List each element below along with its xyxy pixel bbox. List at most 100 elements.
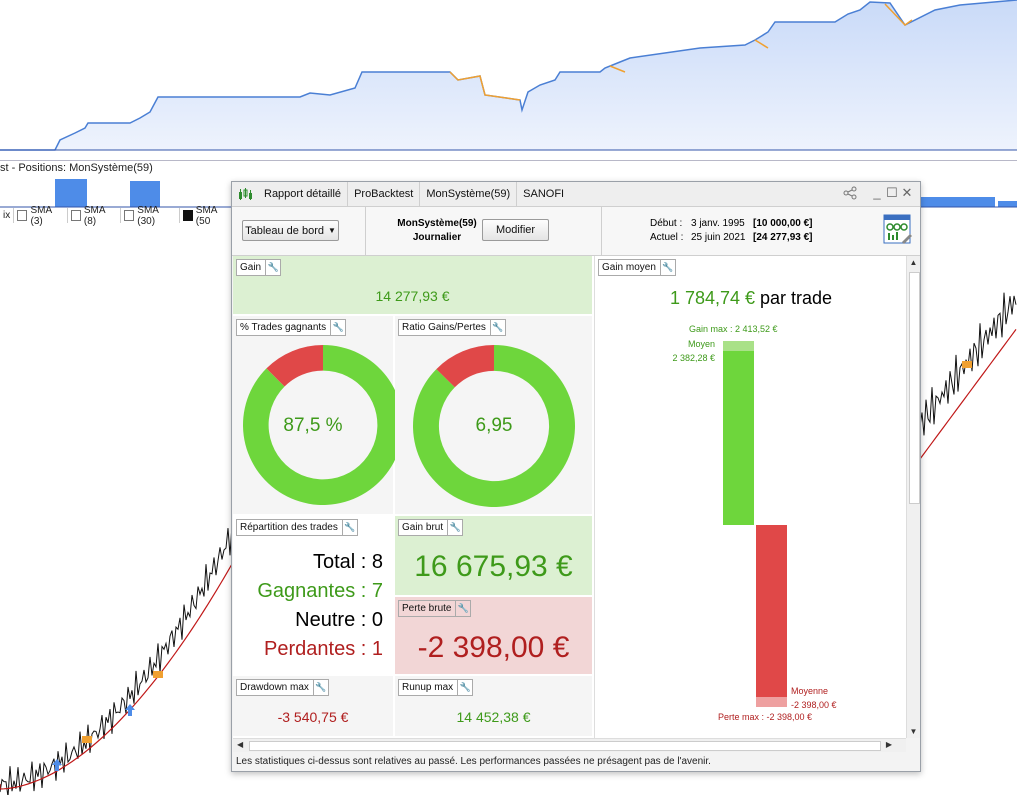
disclaimer-footer: Les statistiques ci-dessus sont relative… (232, 756, 920, 771)
dashboard-dropdown[interactable]: Tableau de bord ▼ (242, 220, 339, 241)
drawdown-value: -3 540,75 € (277, 709, 349, 725)
horizontal-scrollbar[interactable]: ◀ ▶ (233, 738, 906, 752)
indicator-toggle[interactable]: SMA (8) (68, 205, 122, 227)
indicator-toggle[interactable]: SMA (3) (14, 205, 68, 227)
maximize-icon[interactable]: ☐ (885, 186, 899, 200)
start-capital: [10 000,00 €] (753, 218, 813, 229)
losing-trades: Perdantes : 1 (264, 638, 383, 660)
wrench-icon[interactable]: 🔧 (447, 520, 462, 535)
report-window: Rapport détaillé ProBacktest MonSystème(… (231, 181, 921, 772)
modify-button[interactable]: Modifier (482, 219, 549, 241)
drawdown-label: Drawdown max 🔧 (236, 679, 329, 696)
ratio-label: Ratio Gains/Pertes 🔧 (398, 319, 506, 336)
tab-instrument[interactable]: SANOFI (517, 182, 570, 206)
gain-max-label: Gain max : 2 413,52 € (689, 324, 778, 334)
ratio-panel: Ratio Gains/Pertes 🔧 6,95 (395, 316, 592, 514)
pct-winning-panel: % Trades gagnants 🔧 87,5 % (233, 316, 403, 514)
loss-max-bar (756, 697, 787, 707)
winning-trades: Gagnantes : 7 (257, 580, 383, 602)
gross-gain-value: 16 675,93 € (414, 550, 573, 583)
exit-marker (153, 671, 163, 678)
tab-system[interactable]: MonSystème(59) (420, 182, 518, 206)
indicator-label: ix (3, 210, 11, 221)
scroll-thumb[interactable] (909, 272, 920, 504)
current-capital: [24 277,93 €] (753, 232, 813, 243)
runup-label: Runup max 🔧 (398, 679, 474, 696)
avg-gain-suffix: par trade (755, 288, 833, 308)
positions-label: st - Positions: MonSystème(59) (0, 162, 153, 174)
pct-winning-label: % Trades gagnants 🔧 (236, 319, 347, 336)
moving-average-right (919, 329, 1017, 460)
gross-gain-label: Gain brut 🔧 (398, 519, 464, 536)
avg-win-label: Moyen (687, 339, 715, 349)
close-icon[interactable]: ✕ (900, 186, 914, 200)
tab-probacktest[interactable]: ProBacktest (348, 182, 421, 206)
gain-label: Gain 🔧 (236, 259, 282, 276)
neutral-trades: Neutre : 0 (295, 609, 383, 631)
chevron-down-icon: ▼ (327, 226, 336, 235)
gross-loss-panel: Perte brute 🔧 -2 398,00 € (395, 597, 592, 674)
report-header: Tableau de bord ▼ MonSystème(59) Journal… (232, 207, 920, 256)
pct-winning-value: 87,5 % (283, 415, 343, 436)
start-label: Début : (650, 218, 683, 229)
wrench-icon[interactable]: 🔧 (455, 601, 470, 616)
avg-gain-headline: 1 784,74 € par trade (595, 288, 907, 309)
report-content: Gain 🔧 14 277,93 € % Trades gagnants 🔧 87,… (233, 256, 906, 738)
avg-win-bar (723, 351, 754, 525)
price-line-left (0, 524, 233, 795)
start-date: 3 janv. 1995 (691, 218, 745, 229)
total-trades: Total : 8 (312, 551, 383, 573)
indicator-bar: ix SMA (3) SMA (8) SMA (30) SMA (50 (0, 205, 235, 227)
current-date: 25 juin 2021 (691, 232, 746, 243)
indicator-toggle[interactable]: ix (0, 208, 15, 223)
avg-gain-label: Gain moyen 🔧 (598, 259, 676, 276)
gain-panel: Gain 🔧 14 277,93 € (233, 256, 592, 314)
runup-panel: Runup max 🔧 14 452,38 € (395, 676, 592, 736)
scroll-right-icon[interactable]: ▶ (886, 740, 892, 749)
share-icon[interactable] (843, 186, 857, 200)
checkbox-icon[interactable] (182, 210, 193, 221)
gross-loss-value: -2 398,00 € (417, 631, 570, 664)
dashboard-dropdown-label: Tableau de bord (245, 224, 324, 237)
exit-marker (82, 736, 92, 743)
gross-gain-panel: Gain brut 🔧 16 675,93 € (395, 516, 592, 595)
timeframe: Journalier (412, 232, 462, 243)
equity-area (0, 0, 1017, 150)
checkbox-icon[interactable] (70, 210, 81, 221)
window-titlebar: Rapport détaillé ProBacktest MonSystème(… (232, 182, 920, 207)
ratio-value: 6,95 (475, 415, 513, 436)
avg-loss-label: Moyenne (791, 686, 829, 696)
gain-max-bar (723, 341, 754, 351)
report-settings-icon[interactable] (883, 214, 913, 246)
indicator-toggle[interactable]: SMA (30) (121, 205, 180, 227)
checkbox-icon[interactable] (17, 210, 28, 221)
checkbox-icon[interactable] (124, 210, 135, 221)
avg-loss-bar (756, 525, 787, 697)
indicator-toggle[interactable]: SMA (50 (180, 205, 235, 227)
loss-max-label: Perte max : -2 398,00 € (718, 712, 813, 722)
scroll-thumb-horizontal[interactable] (249, 741, 881, 751)
avg-loss-value: -2 398,00 € (791, 700, 837, 710)
wrench-icon[interactable]: 🔧 (489, 320, 505, 335)
vertical-scrollbar[interactable]: ▲ ▼ (906, 256, 920, 738)
wrench-icon[interactable]: 🔧 (341, 520, 357, 535)
runup-value: 14 452,38 € (456, 709, 531, 725)
report-icon (232, 182, 258, 206)
wrench-icon[interactable]: 🔧 (312, 680, 328, 695)
wrench-icon[interactable]: 🔧 (265, 260, 280, 275)
drawdown-panel: Drawdown max 🔧 -3 540,75 € (233, 676, 393, 736)
minimize-icon[interactable]: _ (870, 186, 884, 200)
avg-gain-panel: Gain moyen 🔧 1 784,74 € par trade Gain ma… (594, 256, 906, 738)
system-name: MonSystème(59) (397, 218, 477, 229)
scroll-left-icon[interactable]: ◀ (237, 740, 243, 749)
repartition-label: Répartition des trades 🔧 (236, 519, 358, 536)
exit-marker (962, 361, 972, 368)
tab-rapport-detaille[interactable]: Rapport détaillé (258, 182, 349, 206)
wrench-icon[interactable]: 🔧 (330, 320, 345, 335)
avg-gain-amount: 1 784,74 € (669, 288, 756, 308)
wrench-icon[interactable]: 🔧 (457, 680, 472, 695)
scroll-up-icon[interactable]: ▲ (907, 258, 920, 267)
scroll-down-icon[interactable]: ▼ (907, 727, 920, 736)
repartition-panel: Répartition des trades 🔧 Total : 8 Gagnan… (233, 516, 393, 674)
wrench-icon[interactable]: 🔧 (659, 260, 675, 275)
